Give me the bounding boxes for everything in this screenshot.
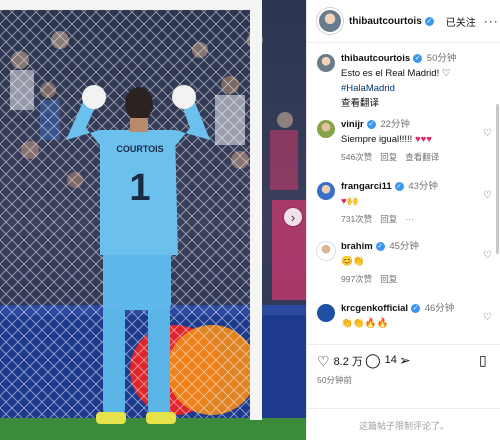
instagram-post-window: COURTOIS 1 › thibautcourtois ✓ 已关注 ··· t… [0, 0, 500, 440]
comments-count: 14 [384, 354, 397, 366]
caption-username[interactable]: thibautcourtois [341, 53, 410, 64]
verified-badge-icon: ✓ [413, 54, 423, 63]
avatar[interactable] [317, 8, 343, 34]
save-action: ▯ [479, 353, 487, 367]
comment-username[interactable]: krcgenkofficial [341, 303, 408, 314]
post-time-ago: 50分钟前 [317, 375, 352, 385]
post-sidebar: thibautcourtois ✓ 已关注 ··· thibautcourtoi… [306, 0, 500, 440]
translate-link[interactable]: 查看翻译 [405, 152, 439, 162]
reply-button[interactable]: 回复 [380, 152, 397, 162]
comments-restricted-text: 这篇帖子限制评论了。 [358, 420, 449, 431]
caption-text: Esto es el Real Madrid! ♡ [341, 68, 451, 79]
like-action: ♡ 8.2 万 [317, 353, 363, 369]
header-username[interactable]: thibautcourtois [349, 16, 422, 27]
reply-button[interactable]: 回复 [380, 214, 397, 224]
comment-bubble-icon[interactable]: ◯ [365, 353, 381, 367]
verified-badge-icon: ✓ [411, 304, 421, 313]
like-count[interactable]: 997次赞 [341, 274, 372, 284]
comments-list[interactable]: thibautcourtois ✓ 50分钟 Esto es el Real Ma… [307, 44, 500, 340]
comment-username[interactable]: frangarci11 [341, 181, 392, 192]
verified-badge-icon: ✓ [375, 242, 385, 251]
next-image-button[interactable]: › [284, 208, 302, 226]
comment-time: 45分钟 [389, 241, 419, 252]
avatar[interactable] [317, 182, 335, 200]
goalkeeper-photo: COURTOIS 1 [0, 0, 306, 440]
jersey-name: COURTOIS [116, 144, 163, 154]
avatar[interactable] [317, 242, 335, 260]
comment-text: Siempre igual!!!!! ♥♥♥ [341, 133, 481, 146]
action-bar: ♡ 8.2 万 ◯ 14 ➢ ▯ [307, 344, 500, 373]
share-action: ➢ [399, 353, 411, 367]
heart-icon[interactable]: ♡ [483, 190, 492, 201]
comment-emoji: 👏👏🔥🔥 [341, 318, 389, 329]
share-send-icon[interactable]: ➢ [399, 353, 411, 367]
post-header: thibautcourtois ✓ 已关注 ··· [307, 0, 500, 43]
heart-icon[interactable]: ♡ [483, 312, 492, 323]
comment-time: 22分钟 [380, 119, 410, 130]
heart-icon[interactable]: ♡ [483, 128, 492, 139]
avatar[interactable] [317, 120, 335, 138]
avatar[interactable] [317, 54, 335, 72]
comments-restricted-notice: 这篇帖子限制评论了。 [307, 408, 500, 441]
avatar[interactable] [317, 304, 335, 322]
bookmark-icon[interactable]: ▯ [479, 353, 487, 367]
caption-time: 50分钟 [426, 53, 457, 64]
comment-emoji: ♥🙌 [341, 196, 359, 207]
post-photo[interactable]: COURTOIS 1 › [0, 0, 306, 440]
comment-time: 43分钟 [408, 181, 438, 192]
likes-count: 8.2 万 [333, 356, 363, 368]
comment-time: 46分钟 [424, 303, 455, 314]
following-button[interactable]: 已关注 [446, 14, 476, 29]
comment-username[interactable]: brahim [341, 241, 373, 252]
comment-username[interactable]: vinijr [341, 119, 364, 130]
reply-button[interactable]: 回复 [380, 274, 397, 284]
hashtag-link[interactable]: #HalaMadrid [341, 82, 481, 95]
verified-badge-icon: ✓ [366, 120, 376, 129]
verified-badge-icon: ✓ [424, 16, 434, 26]
like-count[interactable]: 731次赞 [341, 214, 372, 224]
scrollbar[interactable] [496, 104, 499, 254]
comment-text-body: Siempre igual!!!!! [341, 134, 413, 145]
jersey-number: 1 [129, 167, 150, 209]
comment-emoji: 😊👏 [341, 256, 365, 267]
heart-icon[interactable]: ♡ [317, 354, 330, 368]
heart-icon[interactable]: ♡ [483, 250, 492, 261]
like-count[interactable]: 546次赞 [341, 152, 372, 162]
verified-badge-icon: ✓ [394, 182, 404, 191]
more-options-button[interactable]: ··· [484, 14, 499, 28]
translate-link[interactable]: 查看翻译 [341, 97, 481, 110]
chevron-right-icon: › [290, 209, 296, 225]
comment-action: ◯ 14 [365, 353, 397, 367]
more-options-button[interactable]: ··· [405, 214, 414, 224]
comment-emoji: ♥♥♥ [414, 134, 432, 145]
